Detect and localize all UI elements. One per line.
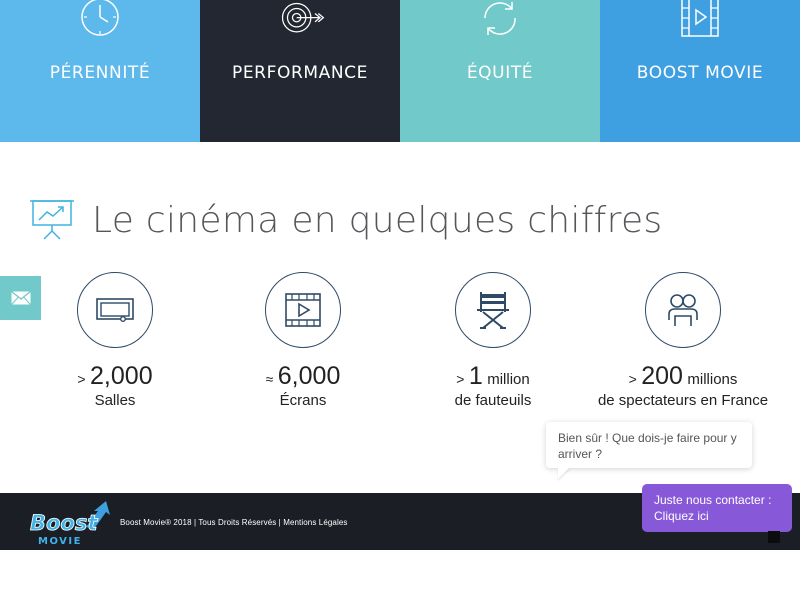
stat-salles: > 2,000 Salles: [15, 272, 215, 409]
stat-prefix: >: [628, 371, 637, 387]
stat-label: Écrans: [279, 392, 327, 409]
section-heading: Le cinéma en quelques chiffres: [28, 190, 662, 250]
stat-label: de fauteuils: [454, 392, 532, 409]
stat-icon-circle: [455, 272, 531, 348]
stat-icon-circle: [77, 272, 153, 348]
stat-prefix: ≈: [265, 371, 274, 387]
tile-label: PÉRENNITÉ: [49, 63, 151, 83]
stat-unit: millions: [687, 371, 738, 388]
stat-number: 6,000: [277, 362, 341, 390]
stat-icon-circle: [645, 272, 721, 348]
footer-links: Boost Movie® 2018 | Tous Droits Réservés…: [120, 518, 348, 527]
tile-equite[interactable]: ÉQUITÉ: [400, 0, 600, 142]
contact-line2[interactable]: Cliquez ici: [654, 508, 780, 524]
boost-movie-logo[interactable]: Boost MOVIE: [28, 497, 114, 547]
stat-value: > 2,000: [15, 362, 215, 391]
logo-text-bottom: MOVIE: [38, 536, 82, 547]
tile-perennite[interactable]: PÉRENNITÉ: [0, 0, 200, 142]
film-icon: [675, 0, 725, 42]
stat-label: de spectateurs en France: [597, 392, 769, 409]
stat-icon-circle: [265, 272, 341, 348]
stat-ecrans: ≈ 6,000 Écrans: [203, 272, 403, 409]
contact-chat-button[interactable]: Juste nous contacter : Cliquez ici: [642, 484, 792, 532]
stat-prefix: >: [77, 371, 86, 387]
stat-spectateurs: > 200 millions de spectateurs en France: [583, 272, 783, 409]
stat-fauteuils: > 1 million de fauteuils: [393, 272, 593, 409]
copyright-text: Boost Movie® 2018: [120, 518, 192, 527]
legal-link[interactable]: Mentions Légales: [283, 518, 347, 527]
stat-number: 1: [468, 362, 483, 390]
feature-tiles: PÉRENNITÉ PERFORMANCE ÉQUITÉ BOOST MOVIE: [0, 0, 800, 142]
stat-value: > 200 millions: [583, 362, 783, 391]
tile-label: ÉQUITÉ: [466, 63, 534, 83]
stat-unit: million: [487, 371, 530, 388]
clock-icon: [75, 0, 125, 42]
tile-label: PERFORMANCE: [231, 63, 368, 83]
stat-label: Salles: [94, 392, 136, 409]
director-chair-icon: [477, 292, 509, 329]
contact-line1: Juste nous contacter :: [654, 493, 772, 507]
section-title: Le cinéma en quelques chiffres: [92, 199, 663, 241]
chat-bubble: Bien sûr ! Que dois-je faire pour y arri…: [546, 422, 752, 468]
stat-number: 2,000: [90, 362, 153, 390]
contact-corner: [768, 531, 780, 543]
tile-performance[interactable]: PERFORMANCE: [200, 0, 400, 142]
film-play-icon: [285, 293, 321, 327]
stat-value: ≈ 6,000: [203, 362, 403, 391]
rights-text: Tous Droits Réservés: [198, 518, 277, 527]
stat-number: 200: [641, 362, 683, 390]
cinema-screen-icon: [96, 298, 134, 323]
stat-prefix: >: [456, 371, 465, 387]
presentation-chart-icon: [30, 200, 74, 240]
logo-text-top: Boost: [30, 511, 98, 535]
target-icon: [275, 0, 325, 42]
tile-boost-movie[interactable]: BOOST MOVIE: [600, 0, 800, 142]
refresh-icon: [475, 0, 525, 42]
chat-bubble-tail: [558, 467, 570, 479]
people-icon: [668, 294, 698, 326]
stat-value: > 1 million: [393, 362, 593, 391]
tile-label: BOOST MOVIE: [636, 63, 764, 83]
